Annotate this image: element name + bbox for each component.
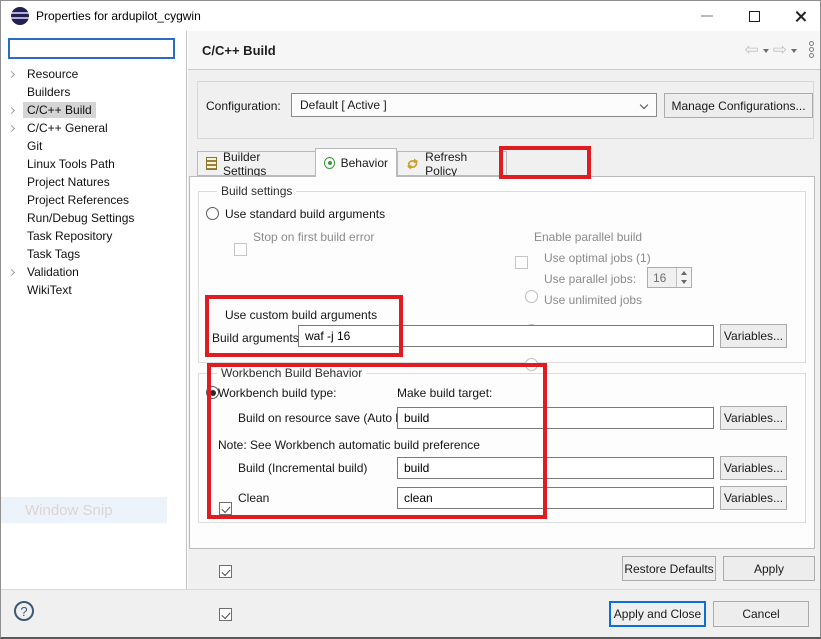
apply-and-close-button[interactable]: Apply and Close: [609, 601, 706, 627]
dialog-button-bar: ? Apply and Close Cancel: [1, 589, 820, 638]
sidebar-item-task-tags[interactable]: Task Tags: [1, 245, 187, 263]
use-standard-build-arguments-radio[interactable]: [206, 207, 219, 220]
clean-target-input[interactable]: [397, 487, 714, 509]
use-unlimited-jobs-radio[interactable]: [525, 358, 538, 371]
stepper-down-icon[interactable]: [681, 280, 687, 284]
tab-builder-settings[interactable]: Builder Settings: [197, 151, 316, 176]
maximize-button[interactable]: [732, 1, 777, 31]
auto-build-target-input[interactable]: [397, 407, 714, 429]
minimize-icon: [701, 15, 713, 17]
use-optimal-jobs-label: Use optimal jobs (1): [544, 251, 651, 265]
use-parallel-jobs-label: Use parallel jobs:: [544, 272, 636, 286]
use-standard-build-arguments-label: Use standard build arguments: [225, 207, 385, 221]
sidebar-item-validation[interactable]: Validation: [1, 263, 187, 281]
stepper-up-icon[interactable]: [681, 271, 687, 275]
minimize-button[interactable]: [684, 1, 729, 31]
chevron-right-icon: [7, 70, 14, 77]
clean-checkbox[interactable]: [219, 608, 232, 621]
configuration-select[interactable]: Default [ Active ]: [291, 93, 657, 117]
tab-refresh-policy[interactable]: Refresh Policy: [397, 151, 507, 176]
enable-parallel-build-checkbox[interactable]: [515, 256, 528, 269]
sidebar-item-cpp-build[interactable]: C/C++ Build: [1, 101, 187, 119]
build-arguments-label: Build arguments:: [212, 331, 302, 345]
build-incremental-checkbox[interactable]: [219, 565, 232, 578]
build-on-resource-save-checkbox[interactable]: [219, 502, 232, 515]
sidebar: Resource Builders C/C++ Build C/C++ Gene…: [1, 31, 187, 589]
sidebar-item-project-references[interactable]: Project References: [1, 191, 187, 209]
incremental-build-variables-button[interactable]: Variables...: [720, 456, 787, 480]
workbench-build-type-header: Workbench build type:: [218, 386, 337, 400]
sidebar-item-wikitext[interactable]: WikiText: [1, 281, 187, 299]
use-unlimited-jobs-label: Use unlimited jobs: [544, 293, 642, 307]
restore-defaults-button[interactable]: Restore Defaults: [622, 556, 716, 581]
auto-build-variables-button[interactable]: Variables...: [720, 406, 787, 430]
enable-parallel-build-label: Enable parallel build: [534, 230, 642, 244]
sidebar-item-project-natures[interactable]: Project Natures: [1, 173, 187, 191]
sidebar-item-resource[interactable]: Resource: [1, 65, 187, 83]
close-icon: [794, 10, 807, 23]
make-build-target-header: Make build target:: [397, 386, 492, 400]
build-arguments-input[interactable]: [298, 325, 714, 347]
clean-label: Clean: [238, 491, 269, 505]
back-arrow-icon[interactable]: ⇦: [745, 41, 759, 58]
parallel-jobs-stepper[interactable]: 16: [647, 267, 692, 288]
sidebar-item-task-repository[interactable]: Task Repository: [1, 227, 187, 245]
build-incremental-label: Build (Incremental build): [238, 461, 367, 475]
properties-tree: Resource Builders C/C++ Build C/C++ Gene…: [1, 65, 187, 299]
use-custom-build-arguments-label: Use custom build arguments: [225, 308, 377, 322]
page-header: C/C++ Build ⇦ ⇨: [188, 31, 821, 70]
page-title: C/C++ Build: [202, 43, 276, 58]
refresh-icon: [406, 157, 419, 171]
sidebar-item-run-debug-settings[interactable]: Run/Debug Settings: [1, 209, 187, 227]
chevron-down-icon: [640, 101, 648, 109]
builder-settings-icon: [206, 157, 217, 170]
back-dropdown-icon[interactable]: [763, 49, 769, 53]
properties-dialog: Properties for ardupilot_cygwin Resource…: [0, 0, 821, 639]
sidebar-item-git[interactable]: Git: [1, 137, 187, 155]
build-settings-group-title: Build settings: [217, 184, 296, 198]
cancel-button[interactable]: Cancel: [713, 601, 809, 627]
filter-input[interactable]: [8, 38, 175, 59]
maximize-icon: [749, 11, 760, 22]
use-optimal-jobs-radio[interactable]: [525, 290, 538, 303]
clean-variables-button[interactable]: Variables...: [720, 486, 787, 510]
configuration-label: Configuration:: [206, 99, 281, 113]
sidebar-item-cpp-general[interactable]: C/C++ General: [1, 119, 187, 137]
incremental-build-target-input[interactable]: [397, 457, 714, 479]
chevron-right-icon: [7, 124, 14, 131]
build-arguments-variables-button[interactable]: Variables...: [720, 324, 787, 348]
forward-arrow-icon[interactable]: ⇨: [773, 41, 787, 58]
behavior-icon: [324, 157, 335, 169]
workbench-note: Note: See Workbench automatic build pref…: [218, 438, 480, 452]
chevron-right-icon: [7, 106, 14, 113]
window-title: Properties for ardupilot_cygwin: [36, 9, 201, 23]
workbench-group-title: Workbench Build Behavior: [217, 366, 366, 380]
eclipse-logo-icon: [11, 7, 29, 25]
view-menu-icon[interactable]: [809, 41, 814, 58]
manage-configurations-button[interactable]: Manage Configurations...: [664, 93, 813, 118]
help-button[interactable]: ?: [14, 601, 34, 621]
chevron-right-icon: [7, 268, 14, 275]
sidebar-item-linux-tools-path[interactable]: Linux Tools Path: [1, 155, 187, 173]
apply-button[interactable]: Apply: [723, 556, 815, 581]
close-button[interactable]: [778, 1, 821, 31]
window-snip-ghost: Window Snip: [1, 497, 167, 523]
question-mark-icon: ?: [20, 604, 27, 619]
tab-behavior[interactable]: Behavior: [315, 148, 397, 177]
sidebar-item-builders[interactable]: Builders: [1, 83, 187, 101]
stop-on-first-build-error-checkbox[interactable]: [234, 243, 247, 256]
forward-dropdown-icon[interactable]: [791, 49, 797, 53]
stop-on-first-build-error-label: Stop on first build error: [253, 230, 374, 244]
title-bar: Properties for ardupilot_cygwin: [1, 1, 820, 31]
